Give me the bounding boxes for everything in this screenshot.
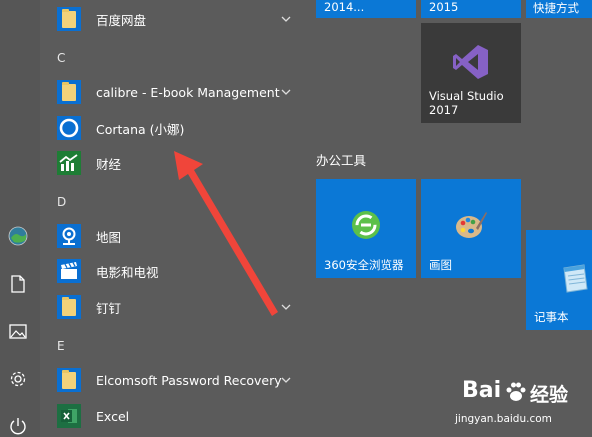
app-item-label: Cortana (小娜) xyxy=(96,121,185,137)
tile-360-browser[interactable]: 360安全浏览器 xyxy=(316,179,416,278)
visual-studio-icon xyxy=(453,45,488,79)
maps-icon xyxy=(57,224,81,248)
document-icon[interactable] xyxy=(8,274,28,294)
app-item-maps[interactable]: 地图 xyxy=(40,219,302,253)
tile-shortcut[interactable]: 快捷方式 xyxy=(526,0,592,18)
app-item-movies-tv[interactable]: 电影和电视 xyxy=(40,254,302,288)
finance-icon xyxy=(57,151,81,175)
app-item-excel[interactable]: Excel xyxy=(40,399,302,433)
watermark-url: jingyan.baidu.com xyxy=(455,413,552,425)
letter-header-e[interactable]: E xyxy=(57,339,65,353)
app-item-dingtalk[interactable]: 钉钉 xyxy=(40,290,302,324)
start-menu-rail xyxy=(0,0,40,437)
settings-icon[interactable] xyxy=(8,369,28,389)
folder-icon xyxy=(57,80,81,104)
letter-header-d[interactable]: D xyxy=(57,195,66,209)
app-item-label: 钉钉 xyxy=(96,300,122,316)
chevron-down-icon[interactable] xyxy=(280,301,292,313)
app-item-label: Excel xyxy=(96,408,130,424)
app-item-label: 百度网盘 xyxy=(96,12,147,28)
chevron-down-icon[interactable] xyxy=(280,86,292,98)
chevron-down-icon[interactable] xyxy=(280,374,292,386)
tile-label: Visual Studio 2017 xyxy=(429,89,504,117)
folder-icon xyxy=(57,7,81,31)
pictures-icon[interactable] xyxy=(8,321,28,341)
tile-label: 画图 xyxy=(429,258,452,272)
tile-label: 2014... xyxy=(324,0,365,14)
tile-label: 360安全浏览器 xyxy=(324,258,404,272)
cortana-icon xyxy=(57,116,81,140)
tile-notepad[interactable]: 记事本 xyxy=(526,230,592,330)
app-item-elcomsoft[interactable]: Elcomsoft Password Recovery xyxy=(40,363,302,397)
avatar-icon[interactable] xyxy=(8,226,28,246)
app-item-baidu-netdisk[interactable]: 百度网盘 xyxy=(40,2,302,36)
app-item-label: Elcomsoft Password Recovery xyxy=(96,372,282,388)
letter-header-c[interactable]: C xyxy=(57,51,65,65)
tile-label: 快捷方式 xyxy=(533,1,579,15)
baidu-jingyan-watermark: Bai 经验 jingyan.baidu.com xyxy=(452,378,592,437)
app-item-label: 地图 xyxy=(96,229,122,245)
power-icon[interactable] xyxy=(8,416,28,436)
tile-label: 记事本 xyxy=(534,310,569,324)
folder-icon xyxy=(57,295,81,319)
tile-paint[interactable]: 画图 xyxy=(421,179,521,278)
excel-icon xyxy=(57,404,81,428)
notepad-icon xyxy=(563,264,588,293)
tile-label: 2015 xyxy=(429,0,459,14)
watermark-brand: Bai xyxy=(462,378,502,403)
app-item-cortana[interactable]: Cortana (小娜) xyxy=(40,111,302,145)
app-item-finance[interactable]: 财经 xyxy=(40,146,302,180)
paint-icon xyxy=(456,212,487,238)
chevron-down-icon[interactable] xyxy=(280,13,292,25)
app-item-calibre[interactable]: calibre - E-book Management xyxy=(40,75,302,109)
app-item-label: 电影和电视 xyxy=(96,264,159,280)
app-item-label: 财经 xyxy=(96,156,122,172)
browser-360-icon xyxy=(352,211,380,239)
tile-visual-studio[interactable]: Visual Studio 2017 xyxy=(421,23,521,123)
tile-2015[interactable]: 2015 xyxy=(421,0,521,18)
tile-2014[interactable]: 2014... xyxy=(316,0,416,18)
app-item-label: calibre - E-book Management xyxy=(96,84,280,100)
tile-group-title[interactable]: 办公工具 xyxy=(316,150,366,169)
watermark-brand-cn: 经验 xyxy=(530,384,569,406)
movies-icon xyxy=(57,259,81,283)
paw-icon xyxy=(506,382,526,401)
app-list: 百度网盘 C calibre - E-book Management Corta… xyxy=(40,0,302,437)
folder-icon xyxy=(57,368,81,392)
